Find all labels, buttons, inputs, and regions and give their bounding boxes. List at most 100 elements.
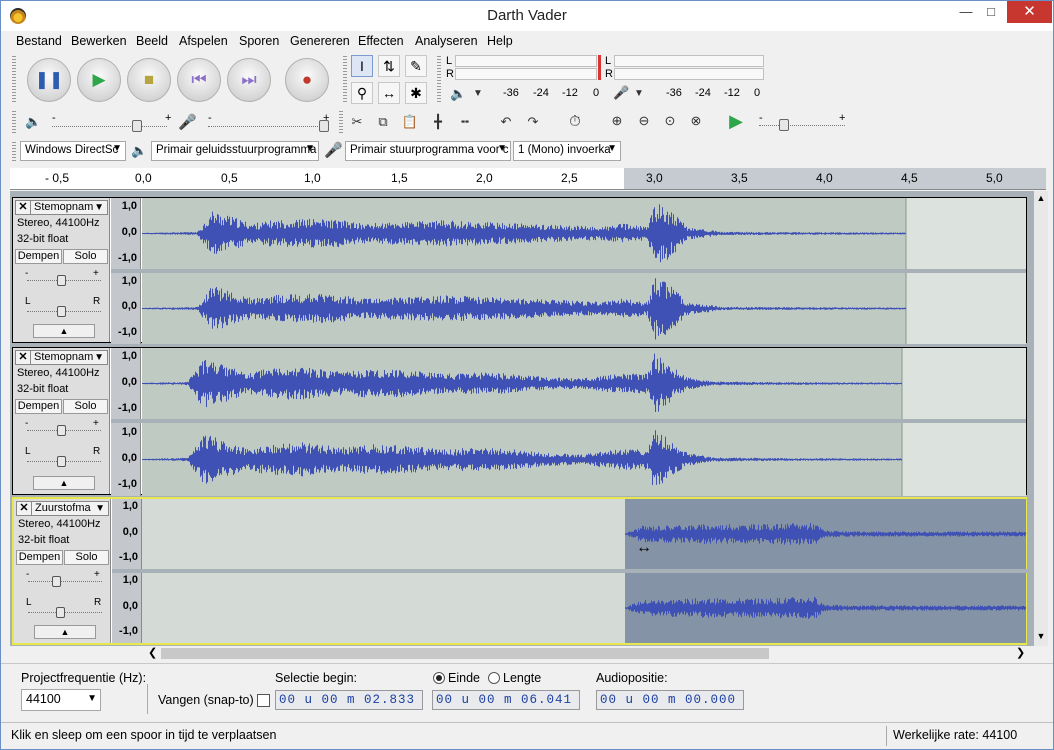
- skip-to-end-button[interactable]: ⏭: [227, 58, 271, 102]
- zoom-in-icon[interactable]: ⊕: [607, 113, 627, 129]
- audio-track-selected[interactable]: ✕ Zuurstofma ▼ Stereo, 44100Hz 32-bit fl…: [12, 497, 1027, 645]
- recording-channels-select[interactable]: 1 (Mono) invoerka ▼: [513, 141, 621, 161]
- fit-selection-icon[interactable]: ⊙: [660, 113, 680, 129]
- menu-bewerken[interactable]: Bewerken: [71, 34, 127, 48]
- collapse-track-button[interactable]: ▲: [33, 476, 95, 490]
- scroll-left-icon[interactable]: ❮: [148, 646, 157, 659]
- maximize-button[interactable]: □: [976, 1, 1006, 23]
- scroll-down-icon[interactable]: ▼: [1034, 631, 1048, 641]
- waveform-left-channel[interactable]: [142, 499, 1026, 569]
- menu-sporen[interactable]: Sporen: [239, 34, 279, 48]
- draw-tool[interactable]: ✎: [405, 55, 427, 77]
- recording-device-select[interactable]: Primair stuurprogramma voor c ▼: [345, 141, 511, 161]
- pause-button[interactable]: ❚❚: [27, 58, 71, 102]
- end-radio[interactable]: [433, 672, 445, 684]
- audio-track[interactable]: ✕ Stemopnam ▼ Stereo, 44100Hz 32-bit flo…: [12, 197, 1027, 344]
- selection-tool[interactable]: I: [351, 55, 373, 77]
- multi-tool[interactable]: ✱: [405, 82, 427, 104]
- timeline-ruler[interactable]: - 0,5 0,0 0,5 1,0 1,5 2,0 2,5 3,0 3,5 4,…: [10, 168, 1046, 190]
- length-radio[interactable]: [488, 672, 500, 684]
- mute-button[interactable]: Dempen: [16, 550, 63, 565]
- selection-start-field[interactable]: 00 u 00 m 02.833 s: [275, 690, 423, 710]
- track-name-menu[interactable]: ✕ Zuurstofma ▼: [16, 501, 109, 516]
- undo-icon[interactable]: ↶: [496, 114, 516, 130]
- menu-afspelen[interactable]: Afspelen: [179, 34, 228, 48]
- solo-button[interactable]: Solo: [63, 249, 108, 264]
- cut-icon[interactable]: ✂: [347, 114, 367, 130]
- speed-slider[interactable]: [759, 125, 845, 126]
- playback-device-select[interactable]: Primair geluidsstuurprogramma ▼: [151, 141, 319, 161]
- toolbar-grip[interactable]: [12, 56, 16, 104]
- play-at-speed-icon[interactable]: ▶: [726, 111, 746, 132]
- close-track-icon[interactable]: ✕: [16, 351, 31, 364]
- skip-to-start-button[interactable]: ⏮: [177, 58, 221, 102]
- scroll-right-icon[interactable]: ❯: [1016, 646, 1025, 659]
- gain-slider[interactable]: [28, 581, 102, 582]
- pan-thumb[interactable]: [57, 456, 66, 467]
- record-meter-right[interactable]: [614, 68, 764, 80]
- waveform-right-channel[interactable]: [142, 273, 1026, 344]
- sync-lock-icon[interactable]: ⏱: [565, 113, 585, 130]
- menu-analyseren[interactable]: Analyseren: [415, 34, 478, 48]
- chevron-down-icon[interactable]: ▼: [634, 88, 644, 99]
- audio-track[interactable]: ✕ Stemopnam ▼ Stereo, 44100Hz 32-bit flo…: [12, 347, 1027, 496]
- pan-thumb[interactable]: [57, 306, 66, 317]
- selection-end-field[interactable]: 00 u 00 m 06.041 s: [432, 690, 580, 710]
- audio-host-select[interactable]: Windows DirectSc ▼: [20, 141, 126, 161]
- pan-slider[interactable]: [28, 612, 102, 613]
- playback-volume-slider[interactable]: [52, 126, 167, 127]
- zoom-out-icon[interactable]: ⊖: [634, 113, 654, 129]
- zoom-tool[interactable]: ⚲: [351, 82, 373, 104]
- toolbar-grip[interactable]: [343, 56, 347, 104]
- envelope-tool[interactable]: ⇅: [378, 55, 400, 77]
- audio-position-field[interactable]: 00 u 00 m 00.000 s: [596, 690, 744, 710]
- solo-button[interactable]: Solo: [63, 399, 108, 414]
- menu-beeld[interactable]: Beeld: [136, 34, 168, 48]
- mute-button[interactable]: Dempen: [15, 249, 62, 264]
- gain-thumb[interactable]: [57, 275, 66, 286]
- copy-icon[interactable]: ⧉: [373, 114, 393, 130]
- track-name-menu[interactable]: ✕ Stemopnam ▼: [15, 200, 108, 215]
- toolbar-grip[interactable]: [12, 111, 16, 135]
- waveform-left-channel[interactable]: [142, 348, 1026, 419]
- solo-button[interactable]: Solo: [64, 550, 109, 565]
- paste-icon[interactable]: 📋: [400, 114, 420, 130]
- waveform-right-channel[interactable]: [142, 573, 1026, 643]
- silence-icon[interactable]: ╍: [455, 114, 475, 130]
- trim-icon[interactable]: ╋: [428, 114, 448, 130]
- scroll-up-icon[interactable]: ▲: [1034, 193, 1048, 203]
- microphone-icon[interactable]: 🎤: [613, 85, 629, 101]
- pan-thumb[interactable]: [56, 607, 65, 618]
- fit-project-icon[interactable]: ⊗: [686, 113, 706, 129]
- toolbar-grip[interactable]: [339, 111, 343, 135]
- close-button[interactable]: ✕: [1007, 1, 1052, 23]
- snap-to-checkbox[interactable]: [257, 694, 270, 707]
- gain-thumb[interactable]: [52, 576, 61, 587]
- toolbar-grip[interactable]: [12, 142, 16, 162]
- horizontal-scroll-thumb[interactable]: [161, 648, 769, 659]
- play-button[interactable]: ▶: [77, 58, 121, 102]
- track-name-menu[interactable]: ✕ Stemopnam ▼: [15, 350, 108, 365]
- close-track-icon[interactable]: ✕: [17, 502, 32, 515]
- menu-help[interactable]: Help: [487, 34, 513, 48]
- record-volume-slider[interactable]: [208, 126, 326, 127]
- toolbar-grip[interactable]: [437, 56, 441, 104]
- collapse-track-button[interactable]: ▲: [34, 625, 96, 639]
- menu-bestand[interactable]: Bestand: [16, 34, 62, 48]
- chevron-down-icon[interactable]: ▼: [473, 88, 483, 99]
- vertical-scrollbar[interactable]: ▲ ▼: [1034, 191, 1048, 646]
- record-button[interactable]: ●: [285, 58, 329, 102]
- close-track-icon[interactable]: ✕: [16, 201, 31, 214]
- stop-button[interactable]: ■: [127, 58, 171, 102]
- record-volume-thumb[interactable]: [319, 120, 329, 132]
- playback-volume-thumb[interactable]: [132, 120, 142, 132]
- horizontal-scrollbar[interactable]: ❮ ❯: [146, 646, 1031, 661]
- redo-icon[interactable]: ↷: [523, 114, 543, 130]
- gain-thumb[interactable]: [57, 425, 66, 436]
- time-shift-tool[interactable]: ↔: [378, 82, 400, 104]
- project-rate-select[interactable]: 44100 ▼: [21, 689, 101, 711]
- menu-genereren[interactable]: Genereren: [290, 34, 350, 48]
- speaker-icon[interactable]: 🔈: [450, 86, 466, 102]
- mute-button[interactable]: Dempen: [15, 399, 62, 414]
- waveform-left-channel[interactable]: [142, 198, 1026, 269]
